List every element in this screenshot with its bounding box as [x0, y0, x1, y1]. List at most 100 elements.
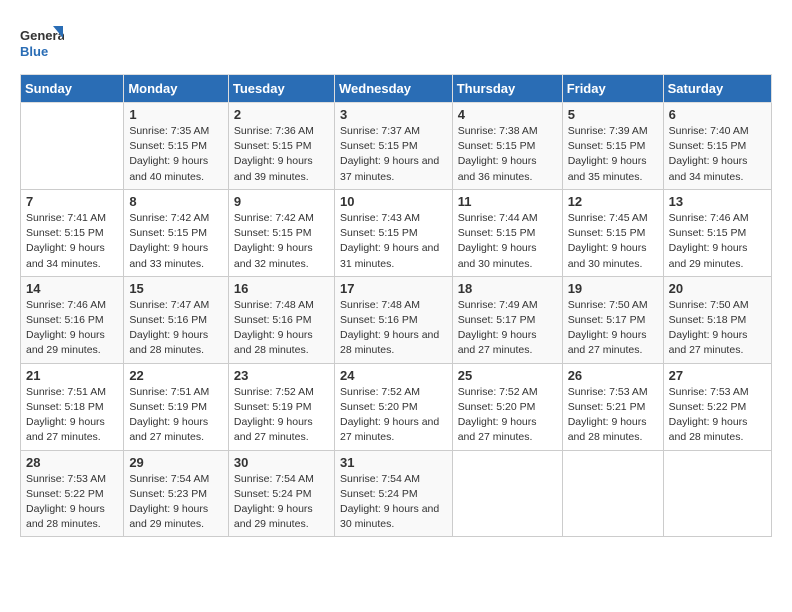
week-row-3: 14Sunrise: 7:46 AMSunset: 5:16 PMDayligh… — [21, 276, 772, 363]
day-number: 2 — [234, 107, 329, 122]
day-number: 18 — [458, 281, 557, 296]
day-info: Sunrise: 7:47 AMSunset: 5:16 PMDaylight:… — [129, 298, 223, 359]
svg-text:Blue: Blue — [20, 44, 48, 59]
day-cell: 11 Sunrise: 7:44 AMSunset: 5:15 PMDayligh… — [452, 189, 562, 276]
day-info: Sunrise: 7:53 AMSunset: 5:22 PMDaylight:… — [26, 472, 118, 533]
day-number: 25 — [458, 368, 557, 383]
day-info: Sunrise: 7:54 AMSunset: 5:24 PMDaylight:… — [340, 472, 447, 533]
day-info: Sunrise: 7:50 AMSunset: 5:17 PMDaylight:… — [568, 298, 658, 359]
day-info: Sunrise: 7:49 AMSunset: 5:17 PMDaylight:… — [458, 298, 557, 359]
header-sunday: Sunday — [21, 75, 124, 103]
day-cell: 10 Sunrise: 7:43 AMSunset: 5:15 PMDayligh… — [334, 189, 452, 276]
header-saturday: Saturday — [663, 75, 771, 103]
day-number: 29 — [129, 455, 223, 470]
day-cell: 2 Sunrise: 7:36 AMSunset: 5:15 PMDaylight… — [228, 103, 334, 190]
day-cell: 16 Sunrise: 7:48 AMSunset: 5:16 PMDayligh… — [228, 276, 334, 363]
day-number: 13 — [669, 194, 766, 209]
day-number: 12 — [568, 194, 658, 209]
week-row-5: 28 Sunrise: 7:53 AMSunset: 5:22 PMDayligh… — [21, 450, 772, 537]
day-info: Sunrise: 7:37 AMSunset: 5:15 PMDaylight:… — [340, 124, 447, 185]
day-info: Sunrise: 7:45 AMSunset: 5:15 PMDaylight:… — [568, 211, 658, 272]
day-number: 23 — [234, 368, 329, 383]
day-cell: 26 Sunrise: 7:53 AMSunset: 5:21 PMDayligh… — [562, 363, 663, 450]
day-number: 17 — [340, 281, 447, 296]
day-number: 20 — [669, 281, 766, 296]
day-number: 27 — [669, 368, 766, 383]
day-cell: 23 Sunrise: 7:52 AMSunset: 5:19 PMDayligh… — [228, 363, 334, 450]
day-number: 14 — [26, 281, 118, 296]
day-info: Sunrise: 7:53 AMSunset: 5:22 PMDaylight:… — [669, 385, 766, 446]
day-number: 4 — [458, 107, 557, 122]
day-info: Sunrise: 7:53 AMSunset: 5:21 PMDaylight:… — [568, 385, 658, 446]
day-info: Sunrise: 7:52 AMSunset: 5:20 PMDaylight:… — [458, 385, 557, 446]
header-tuesday: Tuesday — [228, 75, 334, 103]
day-number: 15 — [129, 281, 223, 296]
day-info: Sunrise: 7:54 AMSunset: 5:23 PMDaylight:… — [129, 472, 223, 533]
week-row-1: 1Sunrise: 7:35 AMSunset: 5:15 PMDaylight… — [21, 103, 772, 190]
week-row-2: 7 Sunrise: 7:41 AMSunset: 5:15 PMDaylight… — [21, 189, 772, 276]
day-info: Sunrise: 7:43 AMSunset: 5:15 PMDaylight:… — [340, 211, 447, 272]
day-cell: 8Sunrise: 7:42 AMSunset: 5:15 PMDaylight… — [124, 189, 229, 276]
day-cell: 15 Sunrise: 7:47 AMSunset: 5:16 PMDayligh… — [124, 276, 229, 363]
day-info: Sunrise: 7:44 AMSunset: 5:15 PMDaylight:… — [458, 211, 557, 272]
day-number: 6 — [669, 107, 766, 122]
day-info: Sunrise: 7:52 AMSunset: 5:20 PMDaylight:… — [340, 385, 447, 446]
day-number: 5 — [568, 107, 658, 122]
header-row: SundayMondayTuesdayWednesdayThursdayFrid… — [21, 75, 772, 103]
day-cell — [663, 450, 771, 537]
day-cell: 7 Sunrise: 7:41 AMSunset: 5:15 PMDaylight… — [21, 189, 124, 276]
day-number: 8 — [129, 194, 223, 209]
day-number: 9 — [234, 194, 329, 209]
day-cell: 28 Sunrise: 7:53 AMSunset: 5:22 PMDayligh… — [21, 450, 124, 537]
day-cell: 6 Sunrise: 7:40 AMSunset: 5:15 PMDaylight… — [663, 103, 771, 190]
day-info: Sunrise: 7:48 AMSunset: 5:16 PMDaylight:… — [340, 298, 447, 359]
day-cell: 5 Sunrise: 7:39 AMSunset: 5:15 PMDaylight… — [562, 103, 663, 190]
day-cell: 9 Sunrise: 7:42 AMSunset: 5:15 PMDaylight… — [228, 189, 334, 276]
day-number: 21 — [26, 368, 118, 383]
day-cell: 12 Sunrise: 7:45 AMSunset: 5:15 PMDayligh… — [562, 189, 663, 276]
day-cell: 20Sunrise: 7:50 AMSunset: 5:18 PMDayligh… — [663, 276, 771, 363]
day-number: 26 — [568, 368, 658, 383]
day-cell — [21, 103, 124, 190]
day-cell: 29 Sunrise: 7:54 AMSunset: 5:23 PMDayligh… — [124, 450, 229, 537]
day-cell — [562, 450, 663, 537]
day-info: Sunrise: 7:52 AMSunset: 5:19 PMDaylight:… — [234, 385, 329, 446]
day-info: Sunrise: 7:42 AMSunset: 5:15 PMDaylight:… — [234, 211, 329, 272]
day-cell: 13 Sunrise: 7:46 AMSunset: 5:15 PMDayligh… — [663, 189, 771, 276]
day-cell: 22Sunrise: 7:51 AMSunset: 5:19 PMDayligh… — [124, 363, 229, 450]
day-cell: 17 Sunrise: 7:48 AMSunset: 5:16 PMDayligh… — [334, 276, 452, 363]
day-number: 16 — [234, 281, 329, 296]
day-info: Sunrise: 7:48 AMSunset: 5:16 PMDaylight:… — [234, 298, 329, 359]
day-cell: 21Sunrise: 7:51 AMSunset: 5:18 PMDayligh… — [21, 363, 124, 450]
day-number: 30 — [234, 455, 329, 470]
calendar-table: SundayMondayTuesdayWednesdayThursdayFrid… — [20, 74, 772, 537]
day-info: Sunrise: 7:46 AMSunset: 5:15 PMDaylight:… — [669, 211, 766, 272]
day-number: 10 — [340, 194, 447, 209]
day-cell: 3Sunrise: 7:37 AMSunset: 5:15 PMDaylight… — [334, 103, 452, 190]
day-cell: 4Sunrise: 7:38 AMSunset: 5:15 PMDaylight… — [452, 103, 562, 190]
header-friday: Friday — [562, 75, 663, 103]
day-number: 28 — [26, 455, 118, 470]
day-info: Sunrise: 7:39 AMSunset: 5:15 PMDaylight:… — [568, 124, 658, 185]
day-number: 11 — [458, 194, 557, 209]
day-cell: 18 Sunrise: 7:49 AMSunset: 5:17 PMDayligh… — [452, 276, 562, 363]
day-number: 7 — [26, 194, 118, 209]
day-cell: 30Sunrise: 7:54 AMSunset: 5:24 PMDayligh… — [228, 450, 334, 537]
logo: GeneralBlue — [20, 20, 64, 64]
day-number: 24 — [340, 368, 447, 383]
header-thursday: Thursday — [452, 75, 562, 103]
day-cell: 14Sunrise: 7:46 AMSunset: 5:16 PMDayligh… — [21, 276, 124, 363]
day-cell: 1Sunrise: 7:35 AMSunset: 5:15 PMDaylight… — [124, 103, 229, 190]
day-cell: 27 Sunrise: 7:53 AMSunset: 5:22 PMDayligh… — [663, 363, 771, 450]
day-cell: 19Sunrise: 7:50 AMSunset: 5:17 PMDayligh… — [562, 276, 663, 363]
logo-svg: GeneralBlue — [20, 20, 64, 64]
day-cell: 24 Sunrise: 7:52 AMSunset: 5:20 PMDayligh… — [334, 363, 452, 450]
day-cell: 31Sunrise: 7:54 AMSunset: 5:24 PMDayligh… — [334, 450, 452, 537]
day-info: Sunrise: 7:41 AMSunset: 5:15 PMDaylight:… — [26, 211, 118, 272]
day-info: Sunrise: 7:36 AMSunset: 5:15 PMDaylight:… — [234, 124, 329, 185]
day-info: Sunrise: 7:35 AMSunset: 5:15 PMDaylight:… — [129, 124, 223, 185]
day-info: Sunrise: 7:51 AMSunset: 5:19 PMDaylight:… — [129, 385, 223, 446]
day-info: Sunrise: 7:40 AMSunset: 5:15 PMDaylight:… — [669, 124, 766, 185]
header-wednesday: Wednesday — [334, 75, 452, 103]
week-row-4: 21Sunrise: 7:51 AMSunset: 5:18 PMDayligh… — [21, 363, 772, 450]
